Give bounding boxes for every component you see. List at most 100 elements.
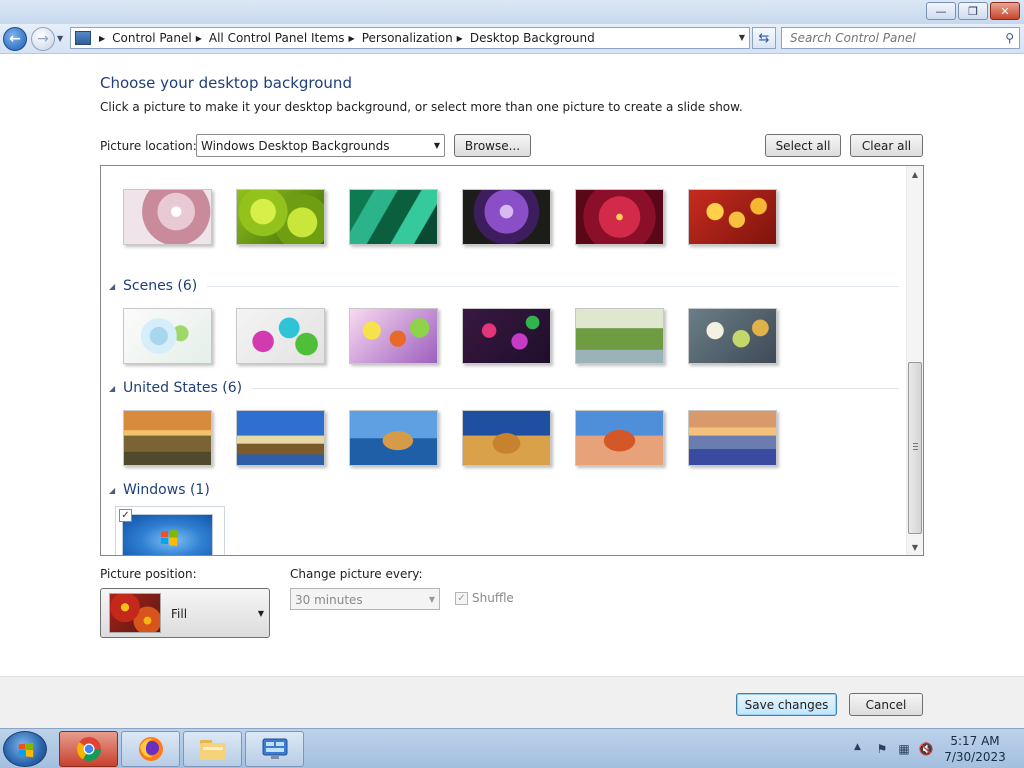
dialog-footer: Save changes Cancel	[0, 676, 1024, 728]
chevron-down-icon: ▼	[257, 609, 264, 618]
chevron-right-icon[interactable]: ▶	[196, 34, 202, 43]
wallpaper-thumbnail[interactable]	[349, 189, 438, 245]
grip-icon	[913, 443, 918, 450]
wallpaper-thumbnail[interactable]	[462, 308, 551, 364]
group-divider	[207, 285, 899, 287]
wallpaper-checkbox[interactable]: ✓	[119, 509, 132, 522]
action-center-icon[interactable]: ⚑	[874, 741, 890, 757]
wallpaper-thumbnail[interactable]	[575, 410, 664, 466]
main-content: Choose your desktop background Click a p…	[0, 55, 1024, 675]
page-description: Click a picture to make it your desktop …	[100, 100, 743, 114]
title-bar: — ❐ ✕	[0, 0, 1024, 24]
picture-location-select[interactable]: Windows Desktop Backgrounds ▼	[196, 134, 445, 157]
shuffle-checkbox[interactable]: ✓	[455, 591, 468, 605]
shuffle-option[interactable]: ✓ Shuffle	[455, 591, 514, 605]
collapse-triangle-icon[interactable]: ◢	[109, 486, 123, 495]
address-bar[interactable]: ▶ Control Panel ▶ All Control Panel Item…	[70, 27, 750, 49]
wallpaper-thumbnail[interactable]	[688, 308, 777, 364]
taskbar: ▲ ⚑ ▦ 🔇 5:17 AM 7/30/2023	[0, 728, 1024, 768]
address-dropdown-icon[interactable]: ▼	[739, 33, 745, 42]
back-button[interactable]: ←	[3, 27, 27, 51]
collapse-triangle-icon[interactable]: ◢	[109, 282, 123, 291]
chevron-right-icon: ▶	[99, 33, 106, 43]
scrollbar-thumb[interactable]	[908, 362, 922, 534]
wallpaper-thumbnail[interactable]	[575, 189, 664, 245]
wallpaper-thumbnail[interactable]	[575, 308, 664, 364]
breadcrumb: Control Panel ▶ All Control Panel Items …	[112, 31, 595, 45]
taskbar-control-panel-button[interactable]	[245, 731, 304, 767]
wallpaper-thumbnail[interactable]	[123, 189, 212, 245]
wallpaper-thumbnail[interactable]	[462, 410, 551, 466]
windows-wallpaper-item[interactable]: ✓	[115, 506, 225, 555]
breadcrumb-desktop-background[interactable]: Desktop Background	[470, 31, 595, 45]
position-preview-thumbnail	[109, 593, 161, 633]
select-all-button[interactable]: Select all	[765, 134, 841, 157]
close-button[interactable]: ✕	[990, 2, 1020, 20]
scroll-down-icon[interactable]: ▼	[907, 539, 923, 555]
chevron-right-icon[interactable]: ▶	[457, 34, 463, 43]
wallpaper-thumbnail[interactable]	[123, 308, 212, 364]
search-input[interactable]	[782, 28, 992, 48]
minimize-icon: —	[935, 4, 947, 18]
show-hidden-icons-icon[interactable]: ▲	[854, 742, 861, 752]
group-header-united-states[interactable]: ◢ United States (6)	[109, 380, 899, 396]
change-picture-value: 30 minutes	[295, 593, 363, 607]
chevron-down-icon: ▼	[433, 141, 440, 150]
restore-button[interactable]: ❐	[958, 2, 988, 20]
group-title: United States (6)	[123, 380, 243, 396]
scroll-up-icon[interactable]: ▲	[907, 166, 923, 182]
chevron-right-icon[interactable]: ▶	[349, 34, 355, 43]
recent-pages-dropdown[interactable]: ▼	[57, 34, 63, 43]
wallpaper-thumbnail[interactable]	[349, 308, 438, 364]
wallpaper-thumbnail[interactable]	[688, 189, 777, 245]
windows-logo-icon	[18, 742, 34, 758]
taskbar-explorer-button[interactable]	[183, 731, 242, 767]
gallery-scrollbar[interactable]: ▲ ▼	[906, 166, 923, 555]
change-picture-select[interactable]: 30 minutes ▼	[290, 588, 440, 610]
group-divider	[252, 387, 899, 389]
forward-button[interactable]: →	[31, 27, 55, 51]
control-panel-icon	[262, 738, 287, 759]
breadcrumb-all-items[interactable]: All Control Panel Items	[209, 31, 345, 45]
picture-location-label: Picture location:	[100, 139, 197, 153]
wallpaper-thumbnail[interactable]	[122, 514, 213, 555]
wallpaper-thumbnail[interactable]	[236, 410, 325, 466]
volume-muted-icon[interactable]: 🔇	[918, 741, 934, 757]
picture-gallery[interactable]: ◢ Scenes (6) ◢ United States (6) ◢ Windo…	[100, 165, 924, 556]
group-header-windows[interactable]: ◢ Windows (1)	[109, 482, 899, 498]
group-header-scenes[interactable]: ◢ Scenes (6)	[109, 278, 899, 294]
network-icon[interactable]: ▦	[896, 741, 912, 757]
page-title: Choose your desktop background	[100, 74, 352, 92]
clock-time: 5:17 AM	[950, 734, 1000, 748]
chrome-icon	[76, 737, 101, 762]
picture-position-select[interactable]: Fill ▼	[100, 588, 270, 638]
collapse-triangle-icon[interactable]: ◢	[109, 384, 123, 393]
start-button[interactable]	[3, 731, 47, 767]
wallpaper-thumbnail[interactable]	[123, 410, 212, 466]
wallpaper-thumbnail[interactable]	[349, 410, 438, 466]
wallpaper-thumbnail[interactable]	[236, 308, 325, 364]
breadcrumb-personalization[interactable]: Personalization	[362, 31, 453, 45]
clock[interactable]: 5:17 AM 7/30/2023	[940, 733, 1010, 765]
taskbar-firefox-button[interactable]	[121, 731, 180, 767]
picture-position-value: Fill	[171, 607, 188, 621]
browse-button[interactable]: Browse...	[454, 134, 531, 157]
change-picture-label: Change picture every:	[290, 567, 423, 581]
save-changes-button[interactable]: Save changes	[736, 693, 837, 716]
minimize-button[interactable]: —	[926, 2, 956, 20]
taskbar-chrome-button[interactable]	[59, 731, 118, 767]
restore-icon: ❐	[968, 4, 978, 18]
picture-location-value: Windows Desktop Backgrounds	[201, 139, 390, 153]
refresh-button[interactable]: ⇆	[752, 27, 776, 49]
cancel-button[interactable]: Cancel	[849, 693, 923, 716]
search-icon[interactable]: ⚲	[1005, 31, 1014, 45]
group-title: Scenes (6)	[123, 278, 198, 294]
wallpaper-thumbnail[interactable]	[462, 189, 551, 245]
shuffle-label: Shuffle	[472, 591, 514, 605]
wallpaper-thumbnail[interactable]	[688, 410, 777, 466]
wallpaper-thumbnail[interactable]	[236, 189, 325, 245]
breadcrumb-control-panel[interactable]: Control Panel	[112, 31, 192, 45]
clear-all-button[interactable]: Clear all	[850, 134, 923, 157]
chevron-down-icon: ▼	[57, 34, 64, 43]
control-panel-icon	[75, 31, 91, 45]
